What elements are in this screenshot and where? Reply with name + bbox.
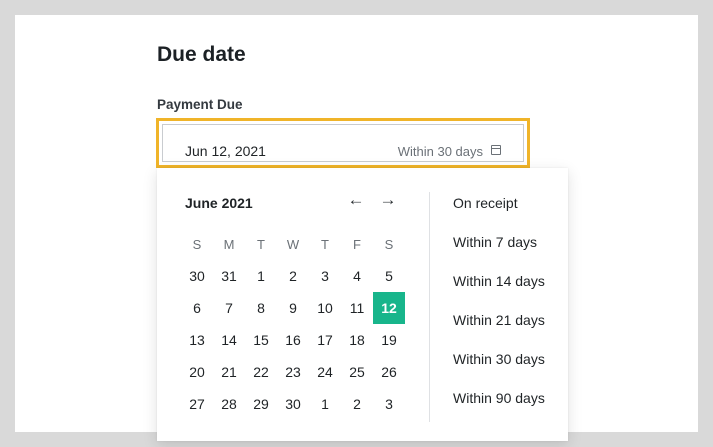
calendar-day[interactable]: 2 [341,388,373,420]
calendar-day[interactable]: 30 [277,388,309,420]
calendar-day[interactable]: 19 [373,324,405,356]
calendar-day[interactable]: 3 [309,260,341,292]
calendar-day[interactable]: 13 [181,324,213,356]
calendar-grid: S M T W T F S 30 31 1 2 3 4 5 6 7 8 9 10… [181,228,405,420]
calendar-day[interactable]: 3 [373,388,405,420]
calendar-day[interactable]: 5 [373,260,405,292]
arrow-right-icon[interactable]: → [379,191,397,209]
term-within-14-days[interactable]: Within 14 days [453,262,563,301]
date-field-value: Jun 12, 2021 [185,143,266,159]
weekday-label: W [286,236,300,252]
calendar-icon[interactable] [491,145,501,155]
calendar-day[interactable]: 16 [277,324,309,356]
calendar-day[interactable]: 1 [309,388,341,420]
arrow-left-icon[interactable]: ← [347,191,365,209]
calendar-day[interactable]: 21 [213,356,245,388]
weekday-label: F [353,236,361,252]
weekday-label: M [223,236,235,252]
calendar-day[interactable]: 10 [309,292,341,324]
dropdown-divider [429,192,430,422]
calendar-day[interactable]: 1 [245,260,277,292]
section-title: Due date [157,43,246,66]
due-date-card: Due date Payment Due Jun 12, 2021 Within… [15,15,698,441]
calendar-day[interactable]: 28 [213,388,245,420]
term-within-90-days[interactable]: Within 90 days [453,379,563,418]
calendar-day-selected[interactable]: 12 [373,292,405,324]
calendar-day[interactable]: 15 [245,324,277,356]
term-within-7-days[interactable]: Within 7 days [453,223,563,262]
weekday-label: T [321,236,329,252]
calendar-day[interactable]: 17 [309,324,341,356]
calendar-day[interactable]: 22 [245,356,277,388]
calendar-month-label: June 2021 [185,195,253,211]
calendar-day[interactable]: 24 [309,356,341,388]
calendar-day[interactable]: 26 [373,356,405,388]
calendar-day[interactable]: 25 [341,356,373,388]
calendar-day[interactable]: 30 [181,260,213,292]
calendar-day[interactable]: 20 [181,356,213,388]
calendar-day[interactable]: 27 [181,388,213,420]
weekday-label: S [384,236,394,252]
calendar-day[interactable]: 9 [277,292,309,324]
date-field-term: Within 30 days [397,144,483,159]
calendar-day[interactable]: 11 [341,292,373,324]
calendar-day[interactable]: 29 [245,388,277,420]
term-within-30-days[interactable]: Within 30 days [453,340,563,379]
weekday-label: S [192,236,202,252]
date-picker-dropdown: June 2021 ← → S M T W T F S 30 31 1 2 3 … [157,168,568,441]
calendar-day[interactable]: 31 [213,260,245,292]
calendar-day[interactable]: 23 [277,356,309,388]
calendar-day[interactable]: 2 [277,260,309,292]
calendar-day[interactable]: 7 [213,292,245,324]
calendar-day[interactable]: 8 [245,292,277,324]
date-field-inner: Jun 12, 2021 Within 30 days [162,124,524,162]
term-within-21-days[interactable]: Within 21 days [453,301,563,340]
calendar-day[interactable]: 14 [213,324,245,356]
payment-terms-list: On receipt Within 7 days Within 14 days … [453,184,563,418]
term-on-receipt[interactable]: On receipt [453,184,563,223]
calendar-day[interactable]: 4 [341,260,373,292]
calendar-day[interactable]: 18 [341,324,373,356]
payment-due-date-field[interactable]: Jun 12, 2021 Within 30 days [156,118,530,168]
payment-due-label: Payment Due [157,97,243,112]
calendar-day[interactable]: 6 [181,292,213,324]
weekday-label: T [257,236,265,252]
